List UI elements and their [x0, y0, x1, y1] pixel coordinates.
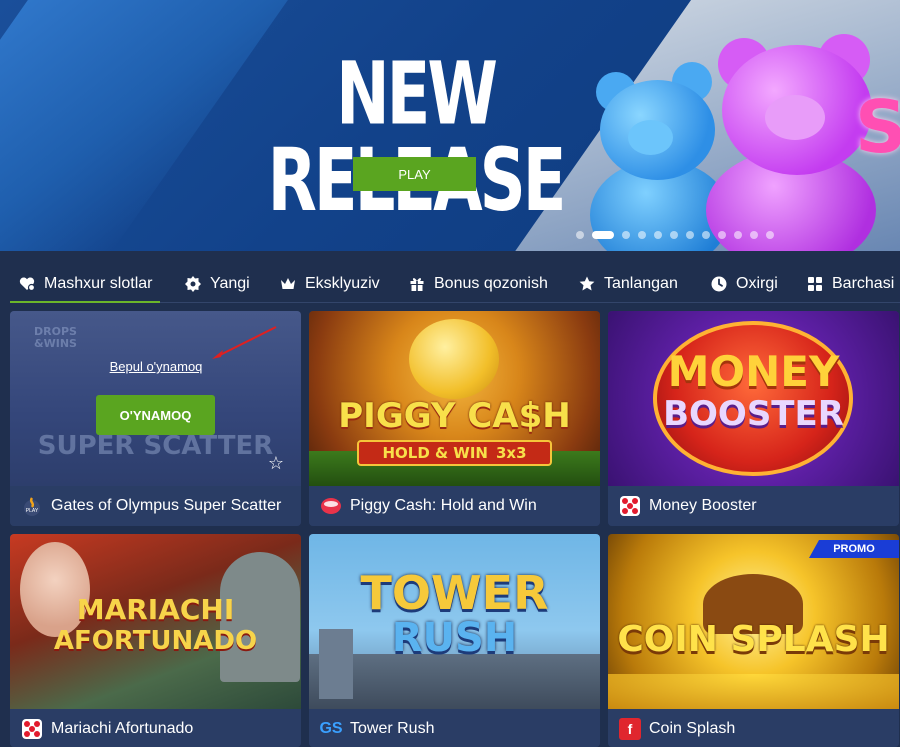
tab-exclusive[interactable]: Eksklyuziv [279, 264, 380, 304]
game-card-tower-rush[interactable]: TOWER RUSH GS Tower Rush [309, 534, 600, 747]
banner-title: NEW RELEASE [268, 45, 567, 225]
game-title: Money Booster [649, 497, 757, 514]
crown-icon [279, 275, 297, 293]
game-thumbnail[interactable]: COIN SPLASH PROMO [608, 534, 899, 709]
provider-logo-text: GS [319, 720, 343, 737]
tab-new[interactable]: Yangi [184, 264, 250, 304]
svg-text:PLAY: PLAY [26, 508, 39, 514]
tab-label: Yangi [210, 275, 250, 292]
tab-popular-slots[interactable]: Mashxur slotlar [18, 264, 152, 304]
pragmatic-play-icon: PLAY [21, 495, 43, 517]
heart-coins-icon [18, 275, 36, 293]
game-title: Piggy Cash: Hold and Win [350, 497, 537, 514]
tab-label: Barchasi [832, 275, 895, 292]
tab-label: Oxirgi [736, 275, 778, 292]
game-thumbnail[interactable]: DROPS &WINS SUPER SCATTER Bepul o'ynamoq… [10, 311, 301, 486]
game-title: Mariachi Afortunado [51, 720, 194, 737]
tab-recent[interactable]: Oxirgi [710, 264, 778, 304]
game-card-gates-of-olympus[interactable]: DROPS &WINS SUPER SCATTER Bepul o'ynamoq… [10, 311, 301, 526]
banner-art-letter: S [855, 85, 900, 169]
banner-play-button[interactable]: PLAY [353, 157, 476, 191]
gift-icon [408, 275, 426, 293]
pagination-dot[interactable] [670, 231, 678, 239]
pagination-dot[interactable] [750, 231, 758, 239]
piggy-art [409, 319, 499, 399]
game-card-footer[interactable]: GS Tower Rush [309, 709, 600, 747]
game-art-plate: HOLD & WIN 3x3 [357, 440, 552, 466]
dice-provider-icon [21, 718, 43, 740]
game-card-coin-splash[interactable]: COIN SPLASH PROMO f Coin Splash [608, 534, 899, 747]
promo-badge: PROMO [809, 540, 899, 558]
pagination-dot[interactable] [576, 231, 584, 239]
pagination-dot[interactable] [686, 231, 694, 239]
pagination-dot[interactable] [718, 231, 726, 239]
game-thumbnail[interactable]: PIGGY CA$H HOLD & WIN 3x3 [309, 311, 600, 486]
favorite-star-icon[interactable]: ☆ [266, 453, 286, 473]
pagination-dot[interactable] [734, 231, 742, 239]
galaxsys-icon: GS [319, 718, 343, 740]
clock-icon [710, 275, 728, 293]
game-art-title: 3x3 [495, 444, 527, 462]
game-art-title: COIN SPLASH [617, 619, 890, 660]
pagination-dot[interactable] [622, 231, 630, 239]
game-art-title: AFORTUNADO [53, 626, 258, 656]
new-badge-icon [184, 275, 202, 293]
game-card-footer[interactable]: Mariachi Afortunado [10, 709, 301, 747]
pagination-dot[interactable] [766, 231, 774, 239]
pagination-dot[interactable] [702, 231, 710, 239]
pagination-dot[interactable] [638, 231, 646, 239]
banner-stripe-decoration [0, 0, 288, 251]
game-card-footer[interactable]: f Coin Splash [608, 709, 899, 747]
game-art-title: MONEY [667, 347, 840, 396]
game-card-mariachi-afortunado[interactable]: MARIACHI AFORTUNADO Mariachi Afortunado [10, 534, 301, 747]
game-card-money-booster[interactable]: MONEY BOOSTER Money Booster [608, 311, 899, 526]
tab-label: Bonus qozonish [434, 275, 548, 292]
game-thumbnail[interactable]: TOWER RUSH [309, 534, 600, 709]
game-card-piggy-cash[interactable]: PIGGY CA$H HOLD & WIN 3x3 Piggy Cash: Ho… [309, 311, 600, 526]
game-art-title: TOWER [360, 566, 549, 620]
tab-favorites[interactable]: Tanlangan [578, 264, 678, 304]
star-icon [578, 275, 596, 293]
play-button[interactable]: O'YNAMOQ [96, 395, 215, 435]
provider-logo-text: f [627, 721, 633, 737]
free-play-link[interactable]: Bepul o'ynamoq [106, 359, 206, 374]
game-card-footer[interactable]: Money Booster [608, 486, 899, 526]
pagination-dot-active[interactable] [592, 231, 614, 239]
game-art-title: HOLD & WIN [382, 444, 488, 462]
grid-icon [806, 275, 824, 293]
game-title: Tower Rush [350, 720, 435, 737]
gummy-bear-art [765, 95, 825, 140]
game-art-title: RUSH [391, 615, 518, 661]
game-card-footer[interactable]: PLAY Gates of Olympus Super Scatter [10, 486, 301, 526]
promo-banner[interactable]: NEW RELEASE PLAY S [0, 0, 900, 251]
tab-bonus-win[interactable]: Bonus qozonish [408, 264, 548, 304]
game-card-footer[interactable]: Piggy Cash: Hold and Win [309, 486, 600, 526]
coin-pile-art [608, 674, 899, 709]
tab-all[interactable]: Barchasi [806, 264, 894, 304]
dice-provider-icon [619, 495, 641, 517]
game-art-title: MARIACHI [76, 593, 235, 626]
game-art-title: &WINS [34, 337, 77, 350]
annotation-arrow [212, 326, 277, 359]
game-thumbnail[interactable]: MONEY BOOSTER [608, 311, 899, 486]
tab-label: Tanlangan [604, 275, 678, 292]
game-art-title: SUPER SCATTER [37, 431, 274, 461]
game-title: Gates of Olympus Super Scatter [51, 497, 282, 514]
tab-label: Eksklyuziv [305, 275, 380, 292]
pagination-dot[interactable] [654, 231, 662, 239]
tab-label: Mashxur slotlar [44, 275, 153, 292]
game-thumbnail[interactable]: MARIACHI AFORTUNADO [10, 534, 301, 709]
game-art-title: BOOSTER [663, 394, 844, 434]
gummy-bear-art [628, 120, 673, 155]
playson-icon [320, 495, 342, 517]
banner-pagination [576, 231, 774, 239]
f-provider-icon: f [619, 718, 641, 740]
game-art-title: PIGGY CA$H [338, 396, 571, 436]
game-title: Coin Splash [649, 720, 736, 737]
